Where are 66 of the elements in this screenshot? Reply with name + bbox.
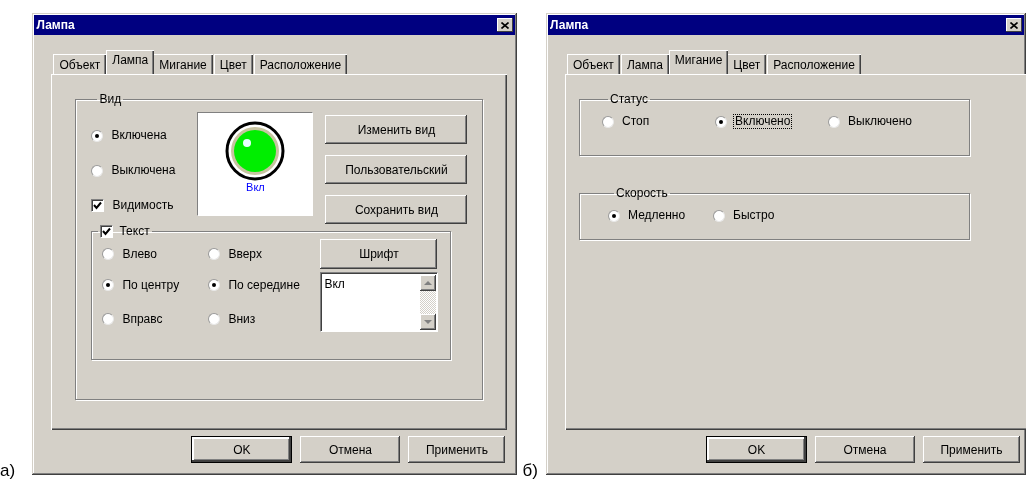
radio-label: Вверх: [227, 246, 263, 262]
radio-button[interactable]: [602, 115, 614, 128]
radio-label: Включено: [733, 114, 793, 129]
scroll-down-button[interactable]: [420, 314, 437, 330]
scroll-up-button[interactable]: [420, 275, 437, 291]
radio-button[interactable]: [715, 115, 727, 128]
action-button[interactable]: Сохранить вид: [325, 195, 468, 224]
tab[interactable]: Объект: [567, 54, 620, 74]
radio-button[interactable]: [608, 209, 620, 222]
figure-caption: а): [0, 462, 17, 479]
window-title: Лампа: [550, 17, 589, 34]
radio-button[interactable]: [102, 279, 115, 291]
radio-label: Выключена: [110, 163, 177, 178]
radio-button[interactable]: [713, 209, 725, 222]
radio-label: Вправс: [121, 311, 164, 327]
tab[interactable]: Расположение: [767, 54, 861, 74]
text-area[interactable]: Вкл: [320, 272, 439, 332]
dialog-button[interactable]: OK: [706, 436, 807, 463]
radio-label: Включена: [110, 128, 168, 143]
checkbox[interactable]: [91, 199, 105, 212]
radio-label: Влево: [121, 246, 158, 262]
tab[interactable]: Мигание: [153, 54, 213, 74]
close-icon: [1010, 21, 1018, 29]
dialog-button[interactable]: OK: [191, 436, 293, 463]
tab[interactable]: Цвет: [727, 54, 767, 74]
radio-label: Вниз: [227, 311, 257, 327]
dialog-button[interactable]: Отмена: [815, 436, 915, 463]
font-button[interactable]: Шрифт: [320, 239, 438, 269]
window-title: Лампа: [36, 17, 75, 34]
radio-button[interactable]: [102, 248, 115, 260]
radio-label: По середине: [227, 277, 301, 293]
close-button[interactable]: [497, 18, 514, 32]
radio-button[interactable]: [91, 164, 104, 177]
action-button[interactable]: Изменить вид: [325, 115, 468, 144]
tab[interactable]: Лампа: [106, 50, 155, 74]
group-label: Вид: [98, 92, 123, 106]
dialog-button[interactable]: Применить: [408, 436, 506, 463]
radio-label: По центру: [121, 277, 181, 293]
radio-button[interactable]: [828, 115, 840, 128]
radio-button[interactable]: [208, 248, 221, 260]
close-button[interactable]: [1006, 18, 1022, 32]
tab[interactable]: Объект: [53, 54, 107, 74]
tab[interactable]: Лампа: [620, 54, 669, 74]
tab[interactable]: Цвет: [213, 54, 253, 74]
dialog-button[interactable]: Отмена: [300, 436, 401, 463]
tab[interactable]: Расположение: [253, 54, 348, 74]
preview-text: Вкл: [246, 181, 265, 193]
group-label: Скорость: [615, 186, 669, 200]
figure-caption: б): [522, 462, 539, 479]
close-icon: [501, 21, 510, 29]
radio-button[interactable]: [208, 313, 221, 325]
radio-button[interactable]: [102, 313, 115, 325]
radio-button[interactable]: [208, 279, 221, 291]
lamp-icon: [225, 121, 286, 181]
radio-label: Медленно: [627, 208, 687, 223]
dialog-button[interactable]: Применить: [923, 436, 1020, 463]
action-button[interactable]: Пользовательский: [325, 155, 468, 184]
radio-button[interactable]: [91, 129, 104, 142]
tab[interactable]: Мигание: [668, 50, 729, 74]
radio-label: Быстро: [732, 208, 776, 223]
checkbox[interactable]: [100, 224, 114, 238]
checkbox-label: Текст: [119, 224, 150, 238]
radio-label: Выключено: [847, 114, 913, 129]
radio-label: Стоп: [621, 114, 651, 129]
checkbox-label: Видимость: [111, 198, 175, 213]
group-label: Статус: [609, 92, 649, 106]
